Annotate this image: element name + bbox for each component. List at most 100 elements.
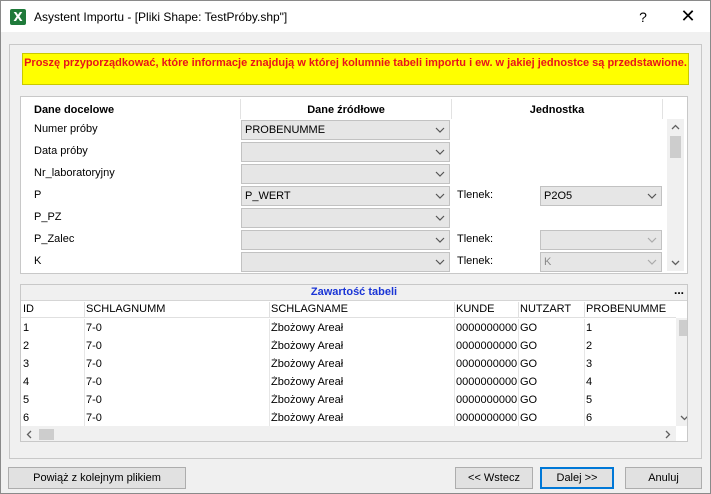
mapping-row-label: Numer próby <box>34 123 98 135</box>
mapping-row-label: Data próby <box>34 145 88 157</box>
mapping-vertical-scrollbar[interactable] <box>667 119 684 271</box>
column-divider <box>454 319 455 338</box>
column-divider <box>269 373 270 392</box>
source-column-dropdown[interactable] <box>241 164 450 184</box>
column-header[interactable]: PROBENUMME <box>586 303 666 317</box>
excel-app-icon: X <box>10 9 26 25</box>
column-divider <box>269 337 270 356</box>
source-column-dropdown[interactable] <box>241 230 450 250</box>
source-column-dropdown[interactable] <box>241 142 450 162</box>
scroll-thumb[interactable] <box>39 429 54 440</box>
cancel-button[interactable]: Anuluj <box>625 467 702 489</box>
table-vertical-scrollbar[interactable] <box>676 318 688 426</box>
table-cell: Żbożowy Areał <box>271 376 344 388</box>
unit-label: Tlenek: <box>457 255 494 267</box>
chevron-down-icon <box>435 209 445 227</box>
column-divider <box>518 337 519 356</box>
table-cell: 0000000000 <box>456 412 518 424</box>
chevron-down-icon <box>647 231 657 249</box>
table-title-bar: Zawartość tabeli ... <box>21 285 687 301</box>
table-row[interactable]: 1 7-0 Żbożowy Areał 0000000000 GO 1 <box>21 319 676 338</box>
table-cell: Żbożowy Areał <box>271 340 344 352</box>
table-cell: GO <box>520 376 538 388</box>
mapping-row-label: Nr_laboratoryjny <box>34 167 115 179</box>
column-divider <box>269 355 270 374</box>
column-divider <box>518 373 519 392</box>
help-button[interactable]: ? <box>632 7 654 27</box>
table-preview: Zawartość tabeli ... ID SCHLAGNUMM SCHLAGN… <box>20 284 688 442</box>
table-cell: 3 <box>23 358 30 370</box>
scroll-left-arrow-icon[interactable] <box>21 426 38 442</box>
scroll-up-arrow-icon[interactable] <box>667 119 684 136</box>
more-options-button[interactable]: ... <box>674 285 684 297</box>
column-divider <box>454 302 455 318</box>
table-cell: 4 <box>586 376 593 388</box>
source-column-dropdown[interactable]: P_WERT <box>241 186 450 206</box>
chevron-down-icon <box>647 187 657 205</box>
next-button[interactable]: Dalej >> <box>540 467 614 489</box>
table-cell: Żbożowy Areał <box>271 412 344 424</box>
column-divider <box>84 319 85 338</box>
table-cell: 3 <box>586 358 593 370</box>
table-cell: 0000000000 <box>456 322 518 334</box>
table-row[interactable]: 2 7-0 Żbożowy Areał 0000000000 GO 2 <box>21 337 676 356</box>
table-cell: 2 <box>23 340 30 352</box>
scroll-thumb[interactable] <box>670 136 681 158</box>
table-row[interactable]: 5 7-0 Żbożowy Areał 0000000000 GO 5 <box>21 391 676 410</box>
chevron-down-icon <box>435 187 445 205</box>
column-divider <box>518 302 519 318</box>
close-button[interactable]: ✕ <box>674 6 702 28</box>
unit-dropdown[interactable]: P2O5 <box>540 186 662 206</box>
unit-dropdown: K <box>540 252 662 272</box>
window-title: Asystent Importu - [Pliki Shape: TestPró… <box>34 10 288 24</box>
scroll-down-arrow-icon[interactable] <box>676 409 688 426</box>
field-mapping-grid: Dane docelowe Dane źródłowe Jednostka Nu… <box>20 96 688 274</box>
source-column-dropdown[interactable] <box>241 208 450 228</box>
column-header[interactable]: SCHLAGNAME <box>271 303 348 317</box>
header-source-data: Dane źródłowe <box>307 104 385 116</box>
scroll-down-arrow-icon[interactable] <box>667 254 684 271</box>
table-row[interactable]: 3 7-0 Żbożowy Areał 0000000000 GO 3 <box>21 355 676 374</box>
mapping-row-label: P <box>34 189 42 201</box>
column-divider <box>84 337 85 356</box>
source-column-dropdown[interactable]: PROBENUMME <box>241 120 450 140</box>
instruction-banner: Proszę przyporządkować, które informacje… <box>22 53 689 85</box>
column-divider <box>584 319 585 338</box>
column-divider <box>454 355 455 374</box>
table-cell: 7-0 <box>86 394 102 406</box>
column-header[interactable]: ID <box>23 303 34 317</box>
unit-label: Tlenek: <box>457 189 494 201</box>
column-divider <box>84 391 85 410</box>
chevron-down-icon <box>435 121 445 139</box>
mapping-row-label: P_PZ <box>34 211 62 223</box>
table-cell: 0000000000 <box>456 358 518 370</box>
column-divider <box>84 373 85 392</box>
chevron-down-icon <box>435 231 445 249</box>
table-row[interactable]: 4 7-0 Żbożowy Areał 0000000000 GO 4 <box>21 373 676 392</box>
column-divider <box>518 391 519 410</box>
back-button[interactable]: << Wstecz <box>455 467 533 489</box>
table-cell: GO <box>520 322 538 334</box>
table-cell: 6 <box>586 412 593 424</box>
chevron-down-icon <box>647 253 657 271</box>
table-cell: 0000000000 <box>456 340 518 352</box>
table-cell: 7-0 <box>86 412 102 424</box>
table-cell: 7-0 <box>86 340 102 352</box>
table-cell: Żbożowy Areał <box>271 358 344 370</box>
column-header[interactable]: NUTZART <box>520 303 571 317</box>
source-column-dropdown[interactable] <box>241 252 450 272</box>
table-cell: GO <box>520 358 538 370</box>
header-target-data: Dane docelowe <box>34 104 115 116</box>
column-divider <box>518 355 519 374</box>
column-header[interactable]: KUNDE <box>456 303 495 317</box>
scroll-right-arrow-icon[interactable] <box>659 426 676 442</box>
table-cell: 4 <box>23 376 30 388</box>
table-cell: 2 <box>586 340 593 352</box>
link-next-file-button[interactable]: Powiąż z kolejnym plikiem <box>8 467 186 489</box>
column-header[interactable]: SCHLAGNUMM <box>86 303 165 317</box>
table-cell: GO <box>520 412 538 424</box>
dropdown-value: K <box>544 256 552 268</box>
table-cell: 1 <box>586 322 593 334</box>
table-horizontal-scrollbar[interactable] <box>21 426 676 442</box>
scroll-thumb[interactable] <box>679 320 687 336</box>
